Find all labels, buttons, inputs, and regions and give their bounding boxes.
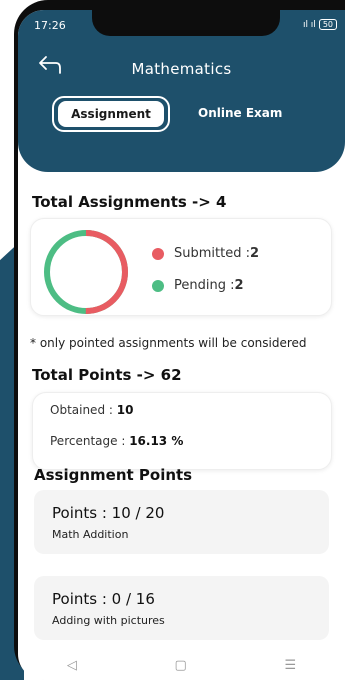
tab-online-exam[interactable]: Online Exam xyxy=(198,106,282,120)
tab-assignment[interactable]: Assignment xyxy=(52,96,170,132)
battery-icon: 50 xyxy=(318,19,337,30)
nav-back-icon[interactable]: ◁ xyxy=(67,658,77,673)
assignment-donut-chart xyxy=(44,230,128,314)
status-time: 17:26 xyxy=(34,19,66,32)
assignment-points: Points : 0 / 16 xyxy=(52,590,155,608)
obtained-value: 10 xyxy=(116,403,134,417)
percentage-row: Percentage : 16.13 % xyxy=(50,434,183,448)
percentage-value: 16.13 % xyxy=(129,434,184,448)
system-nav-bar: ◁ ▢ ☰ xyxy=(18,650,345,680)
assignment-card[interactable]: Points : 10 / 20 Math Addition xyxy=(34,490,329,554)
submitted-dot-icon xyxy=(152,247,164,260)
nav-menu-icon[interactable]: ☰ xyxy=(284,658,296,673)
assignment-points-title: Assignment Points xyxy=(34,466,193,484)
pending-label: Pending : xyxy=(174,278,235,293)
assignment-points: Points : 10 / 20 xyxy=(52,504,165,522)
header: 17:26 ıl ıl 50 Mathematics Assignment On… xyxy=(18,10,345,172)
assignment-card[interactable]: Points : 0 / 16 Adding with pictures xyxy=(34,576,329,640)
page-title: Mathematics xyxy=(131,60,232,78)
total-assignments-title: Total Assignments -> 4 xyxy=(32,193,227,211)
camera-notch xyxy=(92,10,280,36)
percentage-label: Percentage : xyxy=(50,434,130,448)
assignment-name: Math Addition xyxy=(52,528,129,541)
pending-value: 2 xyxy=(234,278,244,293)
status-icons: ıl ıl 50 xyxy=(303,19,337,30)
obtained-label: Obtained : xyxy=(50,403,117,417)
assignment-name: Adding with pictures xyxy=(52,614,165,627)
submitted-value: 2 xyxy=(249,246,260,261)
signal-icon: ıl ıl xyxy=(302,19,316,30)
submitted-label: Submitted : xyxy=(174,246,250,261)
legend-submitted: Submitted : 2 xyxy=(152,246,259,261)
pending-dot-icon xyxy=(152,279,164,292)
note-text: * only pointed assignments will be consi… xyxy=(30,336,307,350)
tab-assignment-label: Assignment xyxy=(58,101,164,127)
obtained-row: Obtained : 10 xyxy=(50,403,133,417)
app-screen: 17:26 ıl ıl 50 Mathematics Assignment On… xyxy=(18,10,345,680)
legend-pending: Pending : 2 xyxy=(152,278,244,293)
nav-home-icon[interactable]: ▢ xyxy=(175,658,187,673)
total-points-title: Total Points -> 62 xyxy=(32,366,182,384)
